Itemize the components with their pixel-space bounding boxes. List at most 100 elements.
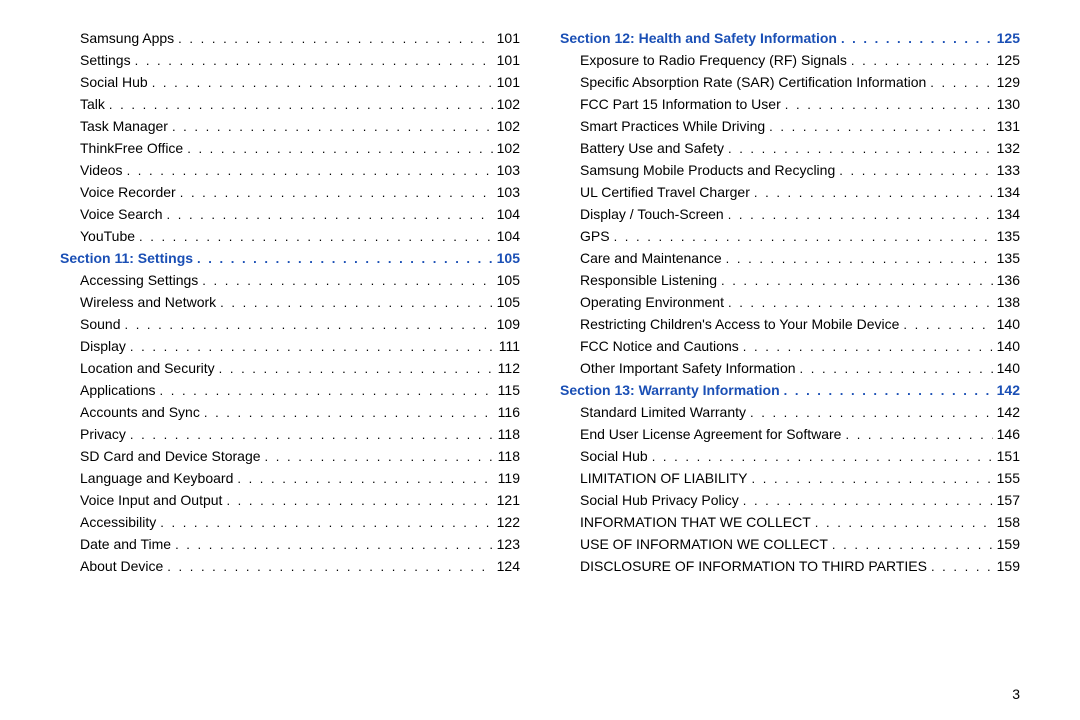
toc-entry-row[interactable]: FCC Notice and Cautions140: [560, 338, 1020, 360]
toc-page-number: 122: [493, 514, 520, 530]
toc-page: Samsung Apps101Settings101Social Hub101T…: [0, 0, 1080, 720]
toc-section-row[interactable]: Section 13: Warranty Information142: [560, 382, 1020, 404]
toc-section-row[interactable]: Section 12: Health and Safety Informatio…: [560, 30, 1020, 52]
toc-page-number: 138: [993, 294, 1020, 310]
toc-entry-row[interactable]: Samsung Apps 101: [60, 30, 520, 52]
toc-entry-row[interactable]: Display111: [60, 338, 520, 360]
toc-entry-row[interactable]: USE OF INFORMATION WE COLLECT159: [560, 536, 1020, 558]
toc-entry-row[interactable]: Social Hub151: [560, 448, 1020, 470]
toc-entry-row[interactable]: Language and Keyboard 119: [60, 470, 520, 492]
toc-entry-label: Display / Touch-Screen: [580, 206, 724, 222]
toc-page-number: 123: [493, 536, 520, 552]
toc-section-row[interactable]: Section 11: Settings105: [60, 250, 520, 272]
dot-leader: [828, 537, 993, 552]
toc-page-number: 142: [993, 382, 1020, 398]
toc-entry-row[interactable]: Applications115: [60, 382, 520, 404]
toc-page-number: 131: [993, 118, 1020, 134]
dot-leader: [168, 119, 493, 134]
toc-entry-row[interactable]: Restricting Children's Access to Your Mo…: [560, 316, 1020, 338]
toc-entry-row[interactable]: Standard Limited Warranty142: [560, 404, 1020, 426]
toc-entry-row[interactable]: Social Hub101: [60, 74, 520, 96]
toc-entry-label: Display: [80, 338, 126, 354]
toc-entry-row[interactable]: Accessing Settings105: [60, 272, 520, 294]
toc-entry-label: Specific Absorption Rate (SAR) Certifica…: [580, 74, 926, 90]
toc-page-number: 104: [493, 206, 520, 222]
toc-page-number: 116: [494, 404, 520, 420]
toc-page-number: 101: [493, 74, 520, 90]
toc-entry-row[interactable]: Care and Maintenance135: [560, 250, 1020, 272]
toc-entry-label: Smart Practices While Driving: [580, 118, 765, 134]
toc-page-number: 101: [493, 30, 520, 46]
toc-entry-row[interactable]: About Device124: [60, 558, 520, 580]
toc-entry-row[interactable]: Talk102: [60, 96, 520, 118]
toc-entry-label: FCC Part 15 Information to User: [580, 96, 781, 112]
toc-entry-row[interactable]: YouTube104: [60, 228, 520, 250]
toc-entry-row[interactable]: UL Certified Travel Charger134: [560, 184, 1020, 206]
toc-entry-row[interactable]: Date and Time123: [60, 536, 520, 558]
toc-entry-row[interactable]: Accessibility122: [60, 514, 520, 536]
toc-entry-row[interactable]: LIMITATION OF LIABILITY155: [560, 470, 1020, 492]
toc-entry-row[interactable]: FCC Part 15 Information to User 130: [560, 96, 1020, 118]
toc-page-number: 142: [993, 404, 1020, 420]
dot-leader: [724, 141, 993, 156]
toc-entry-row[interactable]: Settings101: [60, 52, 520, 74]
toc-entry-row[interactable]: INFORMATION THAT WE COLLECT158: [560, 514, 1020, 536]
toc-page-number: 125: [993, 52, 1020, 68]
toc-entry-label: Exposure to Radio Frequency (RF) Signals: [580, 52, 847, 68]
toc-page-number: 104: [493, 228, 520, 244]
toc-entry-label: Battery Use and Safety: [580, 140, 724, 156]
toc-entry-row[interactable]: ThinkFree Office102: [60, 140, 520, 162]
toc-page-number: 130: [993, 96, 1020, 112]
toc-page-number: 118: [494, 448, 520, 464]
toc-entry-row[interactable]: Location and Security112: [60, 360, 520, 382]
toc-page-number: 132: [993, 140, 1020, 156]
toc-page-number: 105: [493, 250, 520, 266]
dot-leader: [927, 559, 993, 574]
toc-entry-row[interactable]: Accounts and Sync116: [60, 404, 520, 426]
toc-page-number: 134: [993, 206, 1020, 222]
toc-entry-label: Sound: [80, 316, 120, 332]
toc-entry-row[interactable]: Task Manager102: [60, 118, 520, 140]
dot-leader: [123, 163, 493, 178]
toc-entry-row[interactable]: Voice Input and Output121: [60, 492, 520, 514]
toc-entry-row[interactable]: Other Important Safety Information140: [560, 360, 1020, 382]
toc-entry-row[interactable]: Responsible Listening136: [560, 272, 1020, 294]
toc-entry-row[interactable]: GPS135: [560, 228, 1020, 250]
toc-entry-row[interactable]: Voice Recorder103: [60, 184, 520, 206]
dot-leader: [739, 493, 993, 508]
dot-leader: [171, 537, 493, 552]
toc-entry-label: DISCLOSURE OF INFORMATION TO THIRD PARTI…: [580, 558, 927, 574]
toc-entry-row[interactable]: Social Hub Privacy Policy157: [560, 492, 1020, 514]
toc-page-number: 135: [993, 250, 1020, 266]
toc-entry-label: Language and Keyboard: [80, 470, 233, 486]
dot-leader: [899, 317, 992, 332]
toc-entry-row[interactable]: Display / Touch-Screen 134: [560, 206, 1020, 228]
toc-entry-label: About Device: [80, 558, 163, 574]
dot-leader: [610, 229, 993, 244]
toc-entry-row[interactable]: Operating Environment138: [560, 294, 1020, 316]
dot-leader: [126, 427, 494, 442]
toc-entry-row[interactable]: Voice Search104: [60, 206, 520, 228]
toc-entry-row[interactable]: End User License Agreement for Software1…: [560, 426, 1020, 448]
toc-entry-row[interactable]: Wireless and Network105: [60, 294, 520, 316]
toc-page-number: 146: [993, 426, 1020, 442]
toc-entry-row[interactable]: DISCLOSURE OF INFORMATION TO THIRD PARTI…: [560, 558, 1020, 580]
toc-entry-row[interactable]: Specific Absorption Rate (SAR) Certifica…: [560, 74, 1020, 96]
toc-entry-row[interactable]: Exposure to Radio Frequency (RF) Signals…: [560, 52, 1020, 74]
toc-columns: Samsung Apps101Settings101Social Hub101T…: [60, 30, 1020, 580]
dot-leader: [261, 449, 494, 464]
toc-entry-label: Task Manager: [80, 118, 168, 134]
dot-leader: [765, 119, 992, 134]
toc-page-number: 119: [494, 470, 520, 486]
toc-entry-row[interactable]: Videos103: [60, 162, 520, 184]
toc-entry-row[interactable]: Battery Use and Safety 132: [560, 140, 1020, 162]
toc-entry-label: Accessing Settings: [80, 272, 198, 288]
toc-entry-label: INFORMATION THAT WE COLLECT: [580, 514, 811, 530]
toc-entry-row[interactable]: Sound109: [60, 316, 520, 338]
toc-entry-row[interactable]: Smart Practices While Driving 131: [560, 118, 1020, 140]
toc-entry-row[interactable]: SD Card and Device Storage118: [60, 448, 520, 470]
toc-entry-row[interactable]: Samsung Mobile Products and Recycling133: [560, 162, 1020, 184]
toc-entry-row[interactable]: Privacy118: [60, 426, 520, 448]
toc-page-number: 134: [993, 184, 1020, 200]
toc-entry-label: Samsung Apps: [80, 30, 174, 46]
